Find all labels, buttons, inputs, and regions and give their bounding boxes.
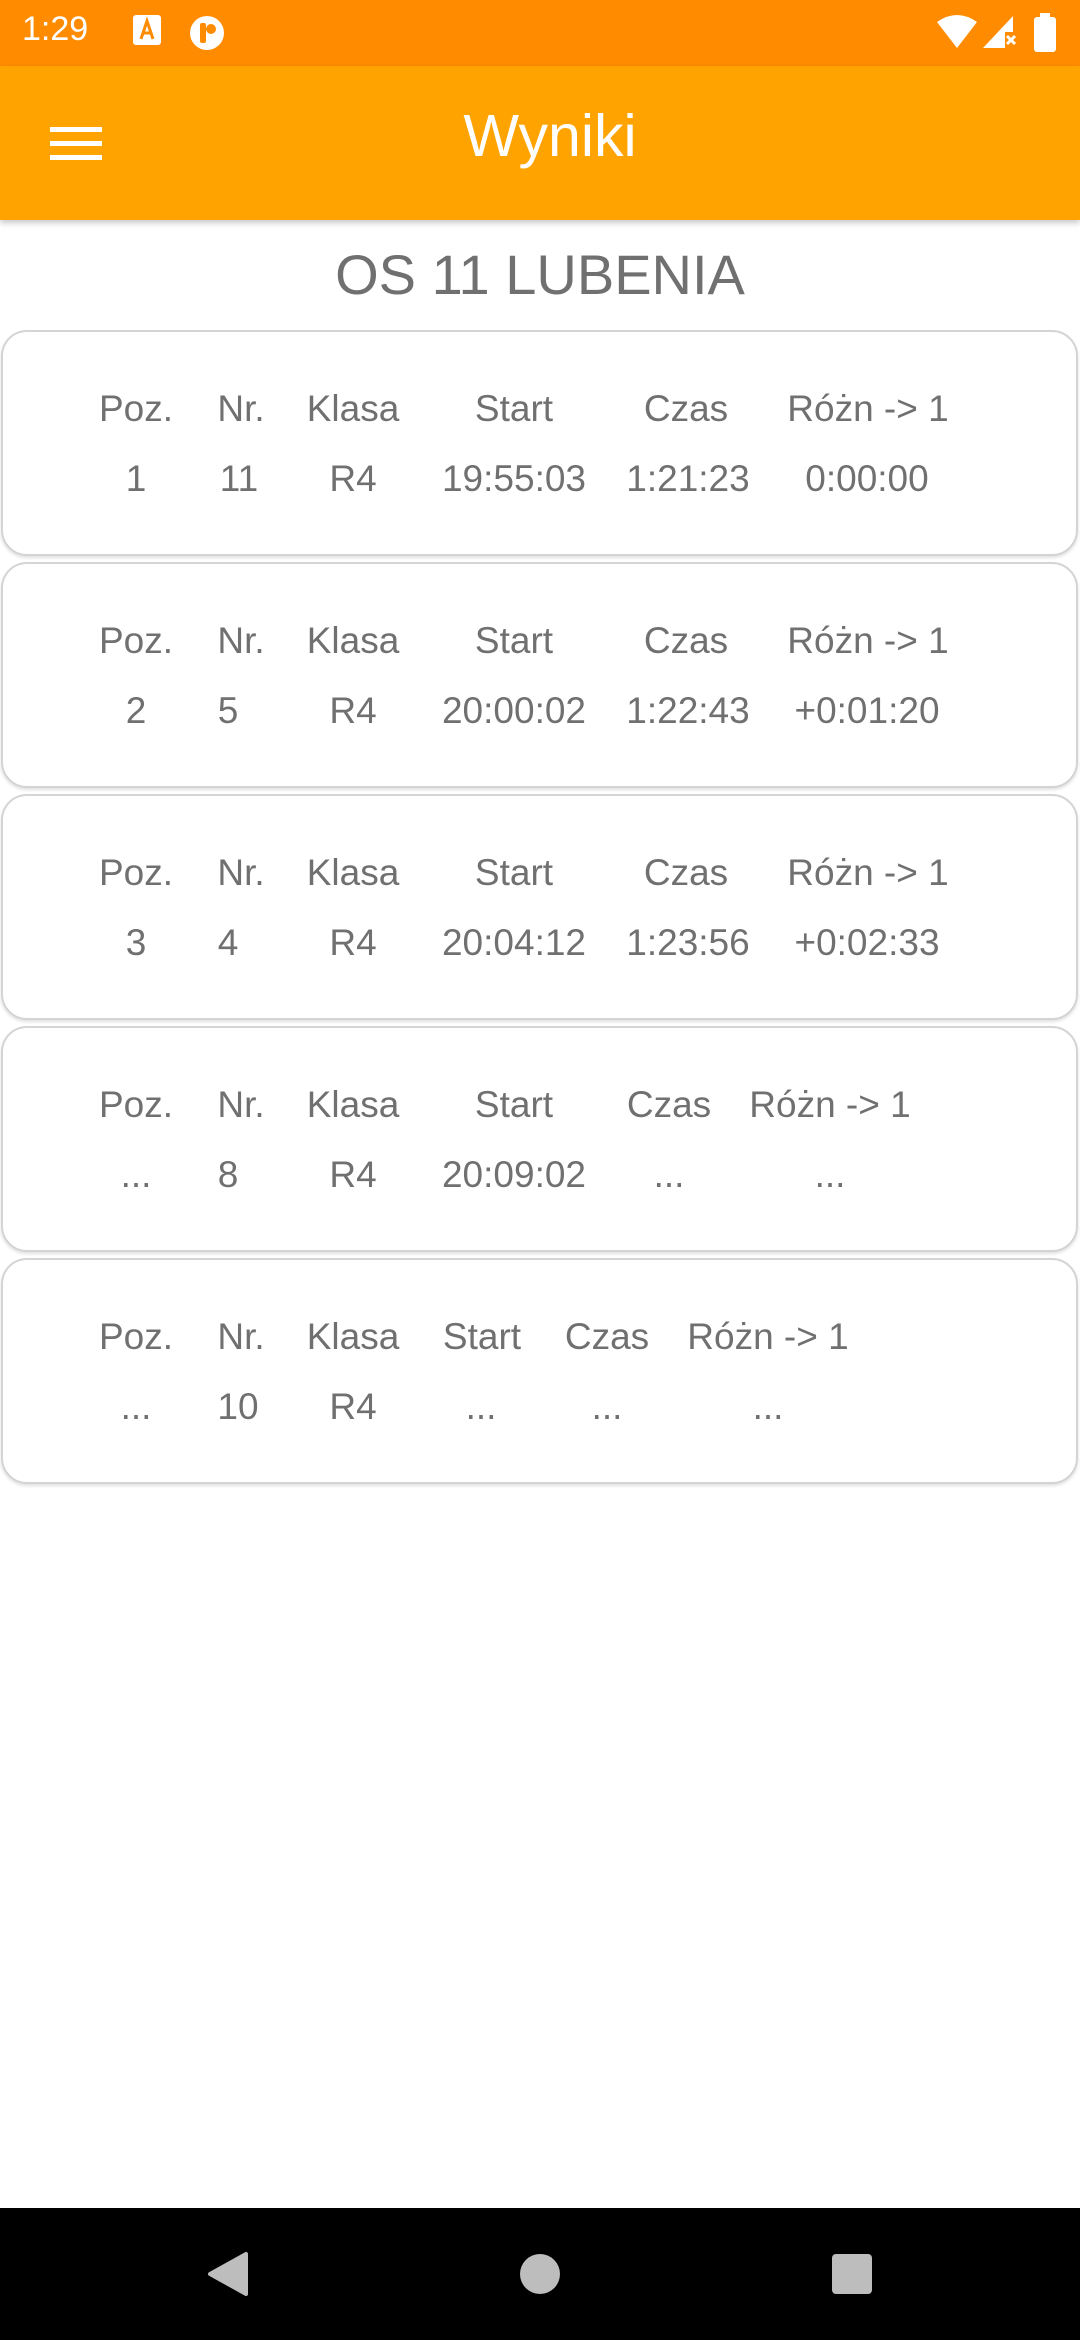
value-difference: 0:00:00 — [805, 458, 929, 499]
status-bar: 1:29 — [0, 0, 1080, 66]
recents-icon — [832, 2254, 872, 2294]
status-time: 1:29 — [22, 10, 89, 48]
value-difference: ... — [752, 1386, 784, 1427]
back-button[interactable] — [198, 2244, 258, 2304]
signal-icon — [983, 14, 1017, 50]
app-bar: Wyniki — [0, 66, 1080, 220]
header-difference: Różn -> 1 — [787, 620, 949, 661]
recents-button[interactable] — [822, 2244, 882, 2304]
result-card[interactable]: Poz. Nr. Klasa Start Czas Różn -> 1 ... … — [1, 1258, 1078, 1484]
notification-a-icon — [132, 14, 162, 46]
notification-app-icon — [189, 15, 225, 51]
result-card[interactable]: Poz. Nr. Klasa Start Czas Różn -> 1 3 4 … — [1, 794, 1078, 1020]
header-difference: Różn -> 1 — [749, 1084, 911, 1125]
result-card[interactable]: Poz. Nr. Klasa Start Czas Różn -> 1 1 11… — [1, 330, 1078, 556]
value-difference: +0:01:20 — [794, 690, 940, 731]
page-title: Wyniki — [463, 103, 637, 169]
result-card[interactable]: Poz. Nr. Klasa Start Czas Różn -> 1 ... … — [1, 1026, 1078, 1252]
value-difference: ... — [814, 1154, 846, 1195]
header-difference: Różn -> 1 — [787, 388, 949, 429]
header-difference: Różn -> 1 — [687, 1316, 849, 1357]
value-difference: +0:02:33 — [794, 922, 940, 963]
header-difference: Różn -> 1 — [787, 852, 949, 893]
home-icon — [520, 2254, 560, 2294]
result-card[interactable]: Poz. Nr. Klasa Start Czas Różn -> 1 2 5 … — [1, 562, 1078, 788]
stage-title: OS 11 LUBENIA — [335, 243, 745, 306]
back-icon — [208, 2252, 248, 2296]
system-nav-bar — [0, 2208, 1080, 2340]
home-button[interactable] — [510, 2244, 570, 2304]
wifi-icon — [937, 14, 977, 50]
battery-icon — [1033, 13, 1057, 53]
